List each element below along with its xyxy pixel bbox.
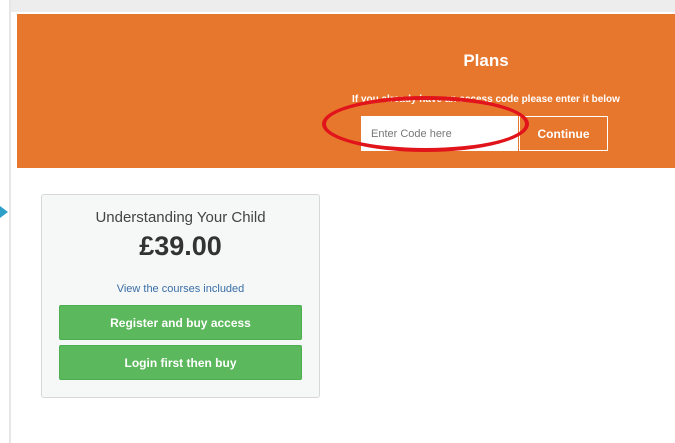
register-and-buy-button[interactable]: Register and buy access xyxy=(59,305,302,340)
left-divider xyxy=(9,0,11,443)
access-code-input[interactable] xyxy=(361,116,518,151)
continue-button[interactable]: Continue xyxy=(519,116,608,151)
plan-name: Understanding Your Child xyxy=(95,209,266,226)
access-code-instructions: If you already have an access code pleas… xyxy=(352,94,620,105)
view-courses-link[interactable]: View the courses included xyxy=(42,283,319,295)
login-then-buy-button[interactable]: Login first then buy xyxy=(59,345,302,380)
plans-banner: Plans If you already have an access code… xyxy=(17,14,675,168)
plan-price: £39.00 xyxy=(139,231,222,261)
plan-card: Understanding Your Child £39.00 View the… xyxy=(41,194,320,398)
pointer-arrow-icon xyxy=(0,206,8,218)
page-title: Plans xyxy=(463,51,509,70)
top-bar xyxy=(11,0,675,12)
